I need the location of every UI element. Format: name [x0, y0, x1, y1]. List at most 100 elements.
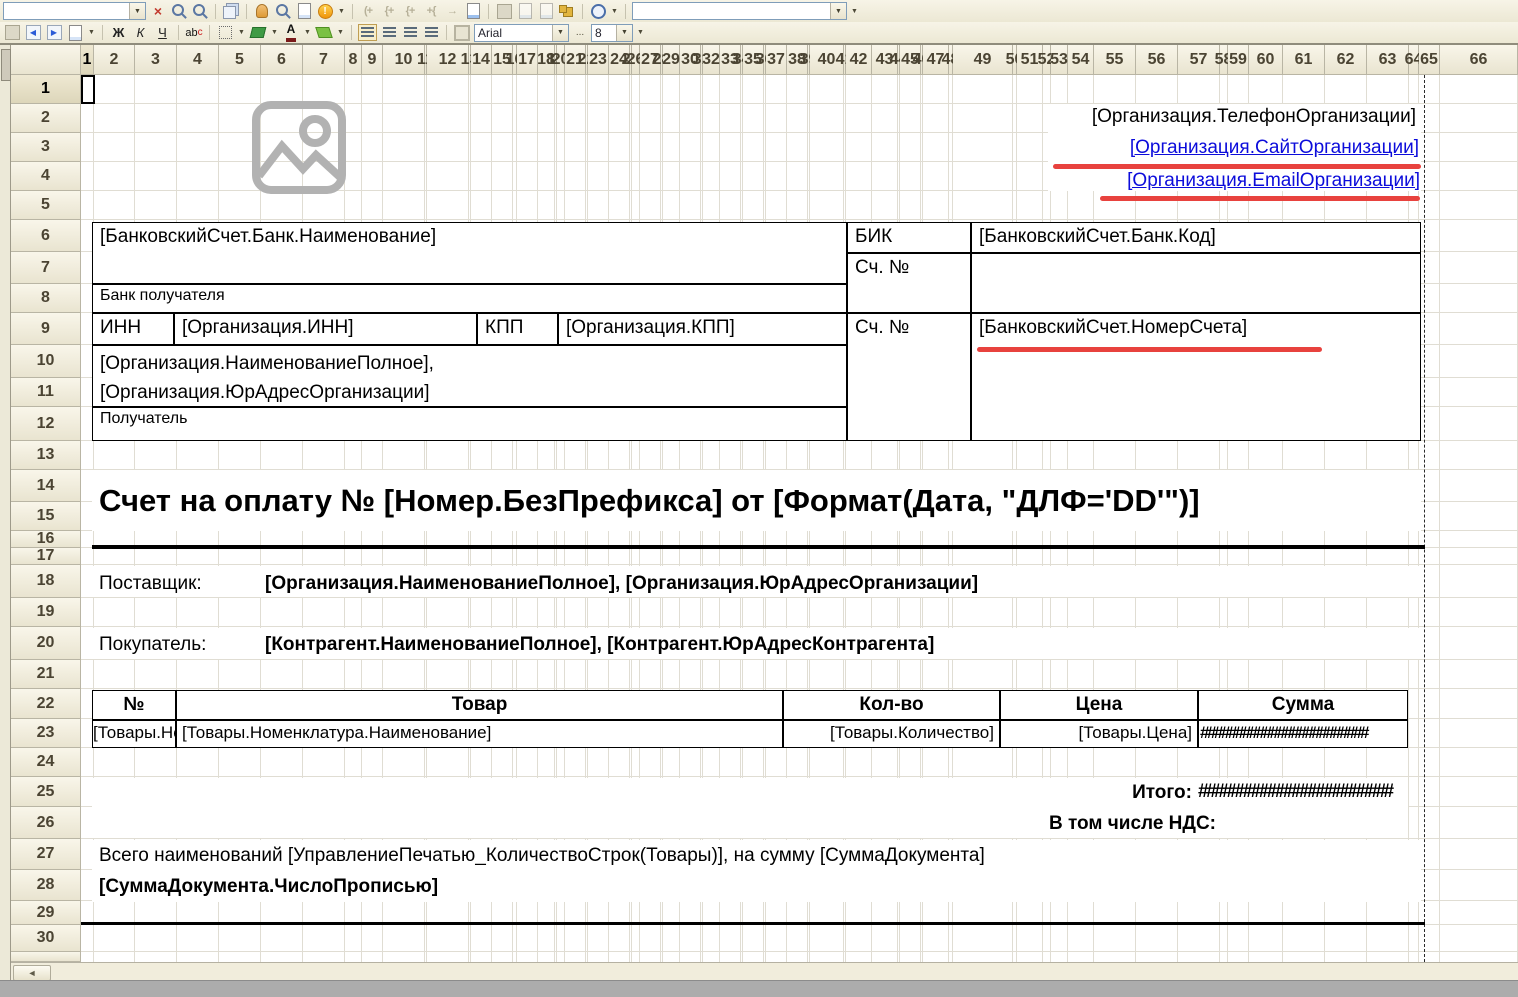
- items-header-sum[interactable]: Сумма: [1198, 690, 1408, 720]
- total-label[interactable]: Итого:: [900, 782, 1192, 804]
- column-header-14[interactable]: 14: [471, 45, 492, 75]
- row-header-1[interactable]: 1: [11, 75, 81, 104]
- empty-cell[interactable]: [971, 253, 1421, 313]
- page-preview-button[interactable]: [537, 2, 555, 20]
- column-header-29[interactable]: 29: [663, 45, 680, 75]
- left-scroll-strip[interactable]: [0, 45, 11, 980]
- column-header-49[interactable]: 49: [953, 45, 1013, 75]
- chevron-down-icon[interactable]: ▼: [303, 29, 312, 36]
- chevron-down-icon[interactable]: ▼: [87, 29, 96, 36]
- org-phone-cell[interactable]: [Организация.ТелефонОрганизации]: [1052, 106, 1419, 132]
- row-header-14[interactable]: 14: [11, 470, 81, 502]
- column-header-5[interactable]: 5: [219, 45, 261, 75]
- chevron-down-icon[interactable]: ▼: [850, 8, 859, 15]
- row-header-19[interactable]: 19: [11, 598, 81, 627]
- underline-button[interactable]: Ч: [153, 24, 172, 42]
- row-header-16[interactable]: 16: [11, 531, 81, 548]
- row-header-25[interactable]: 25: [11, 777, 81, 807]
- selected-cell[interactable]: [81, 75, 95, 104]
- column-header-17[interactable]: 17: [517, 45, 538, 75]
- row-header-12[interactable]: 12: [11, 407, 81, 441]
- close-button[interactable]: ×: [149, 2, 167, 20]
- column-header-65[interactable]: 65: [1419, 45, 1440, 75]
- inn-label-cell[interactable]: ИНН: [92, 313, 174, 345]
- bold-button[interactable]: Ж: [109, 24, 128, 42]
- row-header-18[interactable]: 18: [11, 565, 81, 598]
- ungroup-rows-button[interactable]: {+: [401, 2, 419, 20]
- column-header-60[interactable]: 60: [1249, 45, 1283, 75]
- items-row-price[interactable]: [Товары.Цена]: [1000, 720, 1198, 748]
- merge-cells-button[interactable]: [3, 24, 21, 42]
- items-header-product[interactable]: Товар: [176, 690, 783, 720]
- account-number-cell[interactable]: [БанковскийСчет.НомерСчета]: [971, 313, 1421, 441]
- column-header-63[interactable]: 63: [1367, 45, 1409, 75]
- select-all-corner[interactable]: [11, 45, 81, 75]
- chevron-down-icon[interactable]: ▼: [237, 29, 246, 36]
- items-count-line[interactable]: Всего наименований [УправлениеПечатью_Ко…: [99, 845, 985, 867]
- name-box-dropdown[interactable]: ▼: [129, 3, 145, 19]
- column-header-53[interactable]: 53: [1051, 45, 1068, 75]
- row-header-21[interactable]: 21: [11, 660, 81, 689]
- row-header-28[interactable]: 28: [11, 870, 81, 901]
- invoice-title[interactable]: Счет на оплату № [Номер.БезПрефикса] от …: [99, 483, 1200, 519]
- row-header-9[interactable]: 9: [11, 313, 81, 345]
- align-justify-button[interactable]: [422, 24, 440, 42]
- row-header-27[interactable]: 27: [11, 839, 81, 870]
- row-header-3[interactable]: 3: [11, 133, 81, 162]
- align-center-button[interactable]: [380, 24, 398, 42]
- fix-left-button[interactable]: ◀: [24, 24, 42, 42]
- org-name-address-cell[interactable]: [Организация.НаименованиеПолное], [Орган…: [92, 345, 847, 407]
- buyer-value[interactable]: [Контрагент.НаименованиеПолное], [Контра…: [265, 634, 934, 656]
- account-label-cell-2[interactable]: Сч. №: [847, 313, 971, 441]
- column-header-1[interactable]: 1: [81, 45, 94, 75]
- align-right-button[interactable]: [401, 24, 419, 42]
- edit-document-button[interactable]: [295, 2, 313, 20]
- row-header-17[interactable]: 17: [11, 548, 81, 565]
- column-header-7[interactable]: 7: [303, 45, 345, 75]
- bank-name-cell[interactable]: [БанковскийСчет.Банк.Наименование]: [92, 222, 847, 284]
- syntax-check-button[interactable]: !: [316, 2, 334, 20]
- column-header-32[interactable]: 32: [703, 45, 720, 75]
- column-header-2[interactable]: 2: [94, 45, 135, 75]
- fix-top-button[interactable]: ▶: [45, 24, 63, 42]
- column-header-9[interactable]: 9: [362, 45, 383, 75]
- font-name-dropdown[interactable]: ▼: [552, 25, 568, 41]
- column-header-6[interactable]: 6: [261, 45, 303, 75]
- amount-in-words[interactable]: [СуммаДокумента.ЧислоПрописью]: [99, 876, 438, 898]
- row-header-4[interactable]: 4: [11, 162, 81, 191]
- move-section-button[interactable]: →: [443, 2, 461, 20]
- buyer-label[interactable]: Покупатель:: [99, 634, 206, 656]
- chevron-down-icon[interactable]: ▼: [337, 8, 346, 15]
- row-header-13[interactable]: 13: [11, 441, 81, 470]
- horizontal-scrollbar[interactable]: ◄: [11, 962, 1518, 980]
- row-header-8[interactable]: 8: [11, 284, 81, 313]
- ungroup-columns-button[interactable]: +{: [422, 2, 440, 20]
- recipient-label-cell[interactable]: Получатель: [92, 407, 847, 441]
- row-header-29[interactable]: 29: [11, 901, 81, 925]
- column-header-54[interactable]: 54: [1068, 45, 1094, 75]
- items-row-sum[interactable]: ########################: [1198, 720, 1408, 748]
- page-setup-button[interactable]: [516, 2, 534, 20]
- column-header-59[interactable]: 59: [1228, 45, 1249, 75]
- user-button[interactable]: [253, 2, 271, 20]
- font-dialog-button[interactable]: ...: [572, 24, 588, 42]
- font-color-button[interactable]: А: [282, 24, 300, 42]
- names-button[interactable]: [66, 24, 84, 42]
- chevron-down-icon[interactable]: ▼: [636, 29, 645, 36]
- items-row-num[interactable]: [Товары.НомерСтроки]: [92, 720, 176, 748]
- font-name-combo[interactable]: Arial ▼: [474, 24, 569, 42]
- group-rows-button[interactable]: (+: [359, 2, 377, 20]
- search-combo[interactable]: ▼: [632, 2, 847, 20]
- column-header-55[interactable]: 55: [1094, 45, 1136, 75]
- zoom-out-button[interactable]: [170, 2, 188, 20]
- row-header-23[interactable]: 23: [11, 719, 81, 748]
- total-value[interactable]: ########################: [1198, 781, 1410, 803]
- history-button[interactable]: [589, 2, 607, 20]
- row-header-6[interactable]: 6: [11, 220, 81, 252]
- highlight-button[interactable]: [315, 24, 333, 42]
- items-header-qty[interactable]: Кол-во: [783, 690, 1000, 720]
- column-header-66[interactable]: 66: [1440, 45, 1518, 75]
- text-orientation-button[interactable]: abc: [185, 24, 203, 42]
- org-email-link[interactable]: [Организация.EmailОрганизации]: [950, 170, 1420, 192]
- items-row-product[interactable]: [Товары.Номенклатура.Наименование]: [176, 720, 783, 748]
